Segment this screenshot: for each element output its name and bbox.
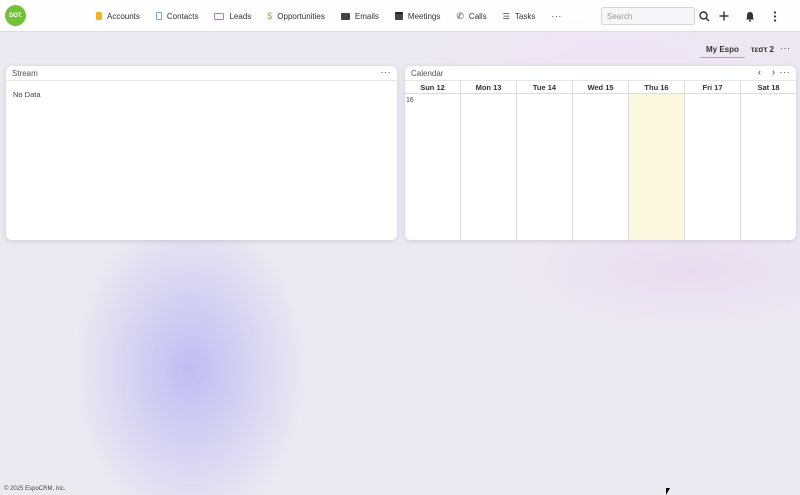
stream-header: Stream ··· — [6, 66, 397, 81]
calendar-day-column[interactable]: Fri 17 — [684, 81, 740, 240]
leads-icon — [214, 12, 225, 20]
calendar-prev-button[interactable]: ‹ — [758, 67, 761, 77]
nav-tabs: Accounts Contacts Leads $ Opportunities … — [88, 0, 570, 32]
calendar-day-header: Tue 14 — [517, 81, 572, 94]
nav-tab-meetings[interactable]: Meetings — [387, 0, 448, 32]
today-highlight — [629, 94, 684, 240]
nav-tab-label: Meetings — [407, 11, 441, 21]
calendar-day-header: Wed 15 — [573, 81, 628, 94]
nav-tab-opportunities[interactable]: $ Opportunities — [259, 0, 333, 32]
nav-tab-label: Emails — [354, 11, 379, 21]
nav-tab-contacts[interactable]: Contacts — [148, 0, 207, 32]
calendar-day-column[interactable]: Tue 14 — [516, 81, 572, 240]
phone-icon: ✆ — [456, 10, 464, 21]
stream-empty-text: No Data — [13, 90, 41, 99]
top-navbar: DOT. Accounts Contacts Leads $ Opportuni… — [0, 0, 800, 32]
nav-tab-label: Calls — [468, 11, 487, 21]
mouse-cursor-icon — [666, 488, 670, 495]
dashboard-tab-my-espo[interactable]: My Espo — [700, 42, 745, 58]
calendar-day-header: Fri 17 — [685, 81, 740, 94]
calendar-day-header: Sun 12 — [405, 81, 460, 94]
calendar-icon — [394, 12, 403, 20]
accounts-icon — [96, 12, 102, 20]
bell-icon[interactable] — [743, 9, 757, 23]
calendar-header: Calendar ‹ › ··· — [405, 66, 796, 81]
nav-tab-label: Accounts — [107, 11, 140, 21]
footer-copyright: © 2025 EspoCRM, Inc. — [4, 486, 66, 492]
calendar-week-grid: Sun 12 16 Mon 13 Tue 14 Wed 15 Thu 16 Fr… — [405, 81, 796, 240]
nav-tab-accounts[interactable]: Accounts — [88, 0, 148, 32]
dashboard-tab-test-2[interactable]: τεστ 2 — [745, 42, 780, 58]
nav-tab-tasks[interactable]: ☰ Tasks — [495, 0, 544, 32]
plus-icon[interactable] — [717, 9, 731, 23]
calendar-menu-button[interactable]: ··· — [780, 67, 791, 77]
dollar-icon: $ — [267, 11, 273, 21]
calendar-day-column[interactable]: Sun 12 16 — [405, 81, 460, 240]
search-input[interactable] — [601, 7, 695, 25]
calendar-next-button[interactable]: › — [772, 67, 775, 77]
search-icon[interactable] — [697, 9, 711, 23]
stream-title: Stream — [12, 69, 38, 78]
nav-tab-calls[interactable]: ✆ Calls — [448, 0, 494, 32]
calendar-week-number: 16 — [406, 97, 414, 104]
tasks-icon: ☰ — [502, 11, 510, 21]
menu-kebab-icon[interactable] — [768, 9, 782, 23]
envelope-icon — [340, 12, 350, 20]
contacts-icon — [155, 12, 162, 20]
nav-tab-label: Leads — [229, 11, 252, 21]
nav-tab-label: Contacts — [166, 11, 199, 21]
calendar-day-header: Mon 13 — [461, 81, 516, 94]
calendar-day-column[interactable]: Mon 13 — [460, 81, 516, 240]
calendar-dashlet: Calendar ‹ › ··· Sun 12 16 Mon 13 Tue 14… — [405, 66, 796, 240]
calendar-day-column-today[interactable]: Thu 16 — [628, 81, 684, 240]
company-logo[interactable]: DOT. — [5, 5, 26, 26]
dashboard-menu-button[interactable]: ··· — [780, 43, 791, 53]
stream-dashlet: Stream ··· No Data — [6, 66, 397, 240]
nav-tab-emails[interactable]: Emails — [333, 0, 387, 32]
nav-tab-leads[interactable]: Leads — [206, 0, 259, 32]
calendar-day-header: Thu 16 — [629, 81, 684, 94]
calendar-day-header: Sat 18 — [741, 81, 796, 94]
calendar-day-column[interactable]: Wed 15 — [572, 81, 628, 240]
nav-tab-label: Opportunities — [277, 11, 325, 21]
calendar-title: Calendar — [411, 69, 444, 78]
stream-menu-button[interactable]: ··· — [381, 67, 392, 77]
nav-tab-label: Tasks — [514, 11, 536, 21]
nav-more-button[interactable]: ··· — [543, 0, 570, 32]
calendar-day-column[interactable]: Sat 18 — [740, 81, 796, 240]
dashboard-tabs: My Espo τεστ 2 — [700, 42, 780, 58]
